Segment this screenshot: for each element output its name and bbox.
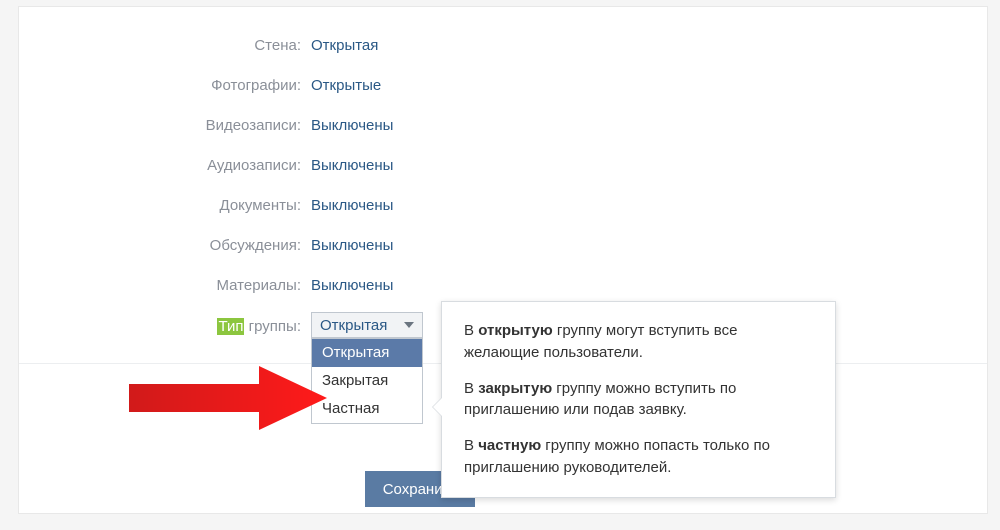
caret-down-icon [404, 322, 414, 328]
group-type-dropdown-button[interactable]: Открытая [311, 312, 423, 338]
tooltip-paragraph-private: В частную группу можно попасть только по… [464, 435, 813, 479]
row-videos: Видеозаписи: Выключены [19, 105, 987, 145]
label-photos: Фотографии: [19, 77, 311, 94]
group-type-selected: Открытая [320, 317, 387, 334]
label-group-type-highlight: Тип [217, 318, 244, 335]
label-wall: Стена: [19, 37, 311, 54]
label-group-type-rest: группы: [244, 318, 301, 335]
label-audio: Аудиозаписи: [19, 157, 311, 174]
label-discussions: Обсуждения: [19, 237, 311, 254]
value-wall[interactable]: Открытая [311, 37, 378, 54]
label-videos: Видеозаписи: [19, 117, 311, 134]
annotation-arrow-icon [129, 352, 329, 442]
row-photos: Фотографии: Открытые [19, 65, 987, 105]
value-photos[interactable]: Открытые [311, 77, 381, 94]
row-wall: Стена: Открытая [19, 25, 987, 65]
row-audio: Аудиозаписи: Выключены [19, 145, 987, 185]
tooltip-paragraph-open: В открытую группу могут вступить все жел… [464, 320, 813, 364]
tooltip-tail-icon [432, 397, 442, 417]
row-documents: Документы: Выключены [19, 185, 987, 225]
group-type-dropdown: Открытая Открытая Закрытая Частная [311, 312, 423, 338]
settings-panel: Стена: Открытая Фотографии: Открытые Вид… [18, 6, 988, 514]
label-group-type: Тип группы: [19, 316, 311, 335]
row-discussions: Обсуждения: Выключены [19, 225, 987, 265]
value-materials[interactable]: Выключены [311, 277, 393, 294]
label-materials: Материалы: [19, 277, 311, 294]
value-discussions[interactable]: Выключены [311, 237, 393, 254]
value-videos[interactable]: Выключены [311, 117, 393, 134]
value-documents[interactable]: Выключены [311, 197, 393, 214]
label-documents: Документы: [19, 197, 311, 214]
tooltip-paragraph-closed: В закрытую группу можно вступить по приг… [464, 378, 813, 422]
value-audio[interactable]: Выключены [311, 157, 393, 174]
row-materials: Материалы: Выключены [19, 265, 987, 305]
group-type-help-tooltip: В открытую группу могут вступить все жел… [441, 301, 836, 498]
